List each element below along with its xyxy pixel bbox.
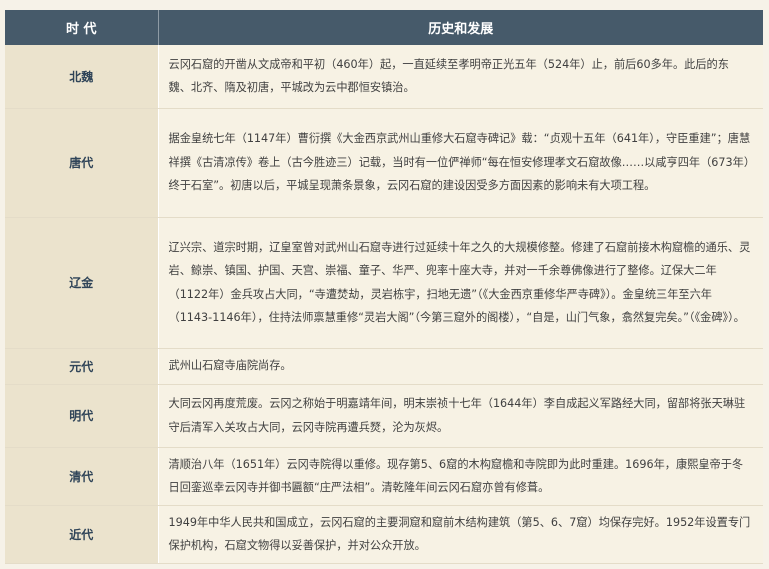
era-cell: 明代 <box>5 384 159 448</box>
era-cell: 辽金 <box>5 217 159 349</box>
history-cell: 据金皇统七年（1147年）曹衍撰《大金西京武州山重修大石窟寺碑记》载：“贞观十五… <box>158 108 763 218</box>
era-cell: 北魏 <box>5 45 159 109</box>
era-cell: 元代 <box>5 348 159 385</box>
history-cell: 大同云冈再度荒废。云冈之称始于明嘉靖年间，明末崇祯十七年（1644年）李自成起义… <box>158 384 763 448</box>
table-row: 唐代 据金皇统七年（1147年）曹衍撰《大金西京武州山重修大石窟寺碑记》载：“贞… <box>5 108 763 218</box>
table-row: 元代 武州山石窟寺庙院尚存。 <box>5 348 763 385</box>
era-cell: 近代 <box>5 505 159 564</box>
history-cell: 云冈石窟的开凿从文成帝和平初（460年）起，一直延续至孝明帝正光五年（524年）… <box>158 45 763 109</box>
era-cell: 唐代 <box>5 108 159 218</box>
table-header-row: 时 代 历史和发展 <box>5 10 763 45</box>
history-cell: 辽兴宗、道宗时期，辽皇室曾对武州山石窟寺进行过延续十年之久的大规模修整。修建了石… <box>158 217 763 349</box>
history-cell: 清顺治八年（1651年）云冈寺院得以重修。现存第5、6窟的木构窟檐和寺院即为此时… <box>158 447 763 506</box>
history-cell: 1949年中华人民共和国成立，云冈石窟的主要洞窟和窟前木结构建筑（第5、6、7窟… <box>158 505 763 564</box>
era-column-header: 时 代 <box>5 10 159 45</box>
table-row: 清代 清顺治八年（1651年）云冈寺院得以重修。现存第5、6窟的木构窟檐和寺院即… <box>5 447 763 506</box>
table-row: 近代 1949年中华人民共和国成立，云冈石窟的主要洞窟和窟前木结构建筑（第5、6… <box>5 505 763 564</box>
history-table: 时 代 历史和发展 北魏 云冈石窟的开凿从文成帝和平初（460年）起，一直延续至… <box>5 10 763 564</box>
table-row: 北魏 云冈石窟的开凿从文成帝和平初（460年）起，一直延续至孝明帝正光五年（52… <box>5 45 763 109</box>
table-row: 辽金 辽兴宗、道宗时期，辽皇室曾对武州山石窟寺进行过延续十年之久的大规模修整。修… <box>5 217 763 349</box>
history-column-header: 历史和发展 <box>158 10 763 45</box>
history-cell: 武州山石窟寺庙院尚存。 <box>158 348 763 385</box>
history-table-container: 时 代 历史和发展 北魏 云冈石窟的开凿从文成帝和平初（460年）起，一直延续至… <box>5 10 763 564</box>
era-cell: 清代 <box>5 447 159 506</box>
table-row: 明代 大同云冈再度荒废。云冈之称始于明嘉靖年间，明末崇祯十七年（1644年）李自… <box>5 384 763 448</box>
